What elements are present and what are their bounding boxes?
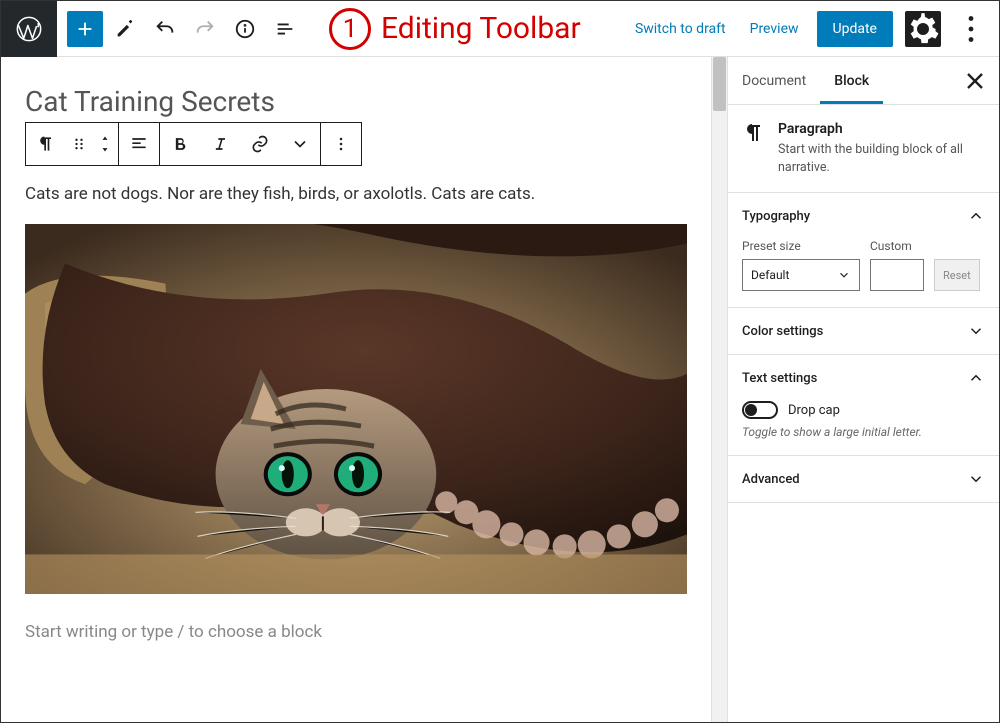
block-toolbar — [25, 122, 362, 166]
paragraph-icon — [36, 134, 56, 154]
kebab-icon — [331, 134, 351, 154]
text-settings-panel: Text settings Drop cap Toggle to show a … — [728, 355, 999, 456]
move-block-button[interactable] — [92, 123, 118, 165]
settings-button[interactable] — [905, 11, 941, 47]
chevron-up-icon — [967, 207, 985, 225]
undo-button[interactable] — [147, 11, 183, 47]
gear-icon — [905, 11, 941, 47]
edit-mode-button[interactable] — [107, 11, 143, 47]
more-format-button[interactable] — [280, 123, 320, 165]
block-info-header: Paragraph Start with the building block … — [728, 105, 999, 193]
italic-icon — [210, 134, 230, 154]
settings-sidebar: Document Block Paragraph Start with the … — [727, 57, 999, 722]
dropcap-help: Toggle to show a large initial letter. — [742, 425, 985, 439]
bold-icon — [170, 134, 190, 154]
more-options-button[interactable] — [953, 11, 989, 47]
editor-canvas[interactable]: Cat Training Secrets — [1, 57, 711, 722]
sidebar-tabs: Document Block — [728, 57, 999, 105]
toolbar-left-group — [57, 11, 303, 47]
chevron-up-icon — [967, 369, 985, 387]
link-button[interactable] — [240, 123, 280, 165]
align-button[interactable] — [119, 123, 159, 165]
redo-button[interactable] — [187, 11, 223, 47]
custom-size-label: Custom — [870, 239, 924, 253]
scrollbar-thumb[interactable] — [713, 57, 726, 111]
redo-icon — [194, 18, 216, 40]
image-block[interactable] — [25, 224, 687, 594]
workspace: Cat Training Secrets — [1, 57, 999, 722]
switch-to-draft-button[interactable]: Switch to draft — [629, 13, 732, 45]
update-button[interactable]: Update — [817, 11, 893, 47]
info-button[interactable] — [227, 11, 263, 47]
advanced-heading: Advanced — [742, 472, 800, 487]
close-icon — [961, 67, 989, 95]
move-updown-icon — [95, 134, 115, 154]
typography-panel: Typography Preset size Default Custom — [728, 193, 999, 308]
chevron-down-icon — [967, 470, 985, 488]
typography-panel-header[interactable]: Typography — [728, 193, 999, 239]
tab-block[interactable]: Block — [820, 57, 883, 104]
color-settings-heading: Color settings — [742, 324, 823, 339]
chevron-down-icon — [290, 134, 310, 154]
block-title: Paragraph — [778, 121, 985, 137]
paragraph-icon — [742, 121, 766, 145]
undo-icon — [154, 18, 176, 40]
cat-image — [25, 224, 687, 594]
wordpress-icon — [15, 15, 43, 43]
block-type-button[interactable] — [26, 123, 66, 165]
toolbar-right-group: Switch to draft Preview Update — [629, 11, 999, 47]
annotation-callout: 1 Editing Toolbar — [329, 8, 581, 50]
preset-size-select[interactable]: Default — [742, 259, 860, 291]
block-more-button[interactable] — [321, 123, 361, 165]
outline-icon — [274, 18, 296, 40]
empty-block-placeholder[interactable]: Start writing or type / to choose a bloc… — [25, 622, 687, 642]
post-title[interactable]: Cat Training Secrets — [25, 85, 687, 118]
bold-button[interactable] — [160, 123, 200, 165]
reset-size-button[interactable]: Reset — [934, 259, 980, 291]
plus-icon — [74, 18, 96, 40]
drag-handle-button[interactable] — [66, 123, 92, 165]
kebab-icon — [953, 11, 989, 47]
outline-button[interactable] — [267, 11, 303, 47]
block-description: Start with the building block of all nar… — [778, 141, 985, 176]
typography-heading: Typography — [742, 209, 810, 224]
link-icon — [250, 134, 270, 154]
custom-size-input[interactable] — [870, 259, 924, 291]
drag-icon — [69, 134, 89, 154]
italic-button[interactable] — [200, 123, 240, 165]
add-block-button[interactable] — [67, 11, 103, 47]
color-settings-panel: Color settings — [728, 308, 999, 355]
block-type-icon — [742, 121, 766, 176]
advanced-panel: Advanced — [728, 456, 999, 503]
close-sidebar-button[interactable] — [961, 67, 989, 95]
text-settings-heading: Text settings — [742, 371, 817, 386]
pencil-icon — [114, 18, 136, 40]
paragraph-block[interactable]: Cats are not dogs. Nor are they fish, bi… — [25, 184, 687, 204]
top-toolbar: 1 Editing Toolbar Switch to draft Previe… — [1, 1, 999, 57]
advanced-header[interactable]: Advanced — [728, 456, 999, 502]
preset-size-value: Default — [751, 268, 789, 282]
annotation-label: Editing Toolbar — [381, 11, 581, 46]
dropcap-label: Drop cap — [788, 403, 840, 418]
preview-button[interactable]: Preview — [744, 13, 805, 45]
chevron-down-icon — [837, 268, 851, 282]
info-icon — [234, 18, 256, 40]
preset-size-label: Preset size — [742, 239, 860, 253]
tab-document[interactable]: Document — [728, 57, 820, 104]
toggle-knob — [745, 404, 757, 416]
canvas-scrollbar[interactable] — [711, 57, 727, 722]
color-settings-header[interactable]: Color settings — [728, 308, 999, 354]
wordpress-logo[interactable] — [1, 1, 57, 57]
align-left-icon — [129, 134, 149, 154]
text-settings-header[interactable]: Text settings — [728, 355, 999, 401]
dropcap-toggle[interactable] — [742, 401, 778, 419]
chevron-down-icon — [967, 322, 985, 340]
annotation-number: 1 — [329, 8, 371, 50]
